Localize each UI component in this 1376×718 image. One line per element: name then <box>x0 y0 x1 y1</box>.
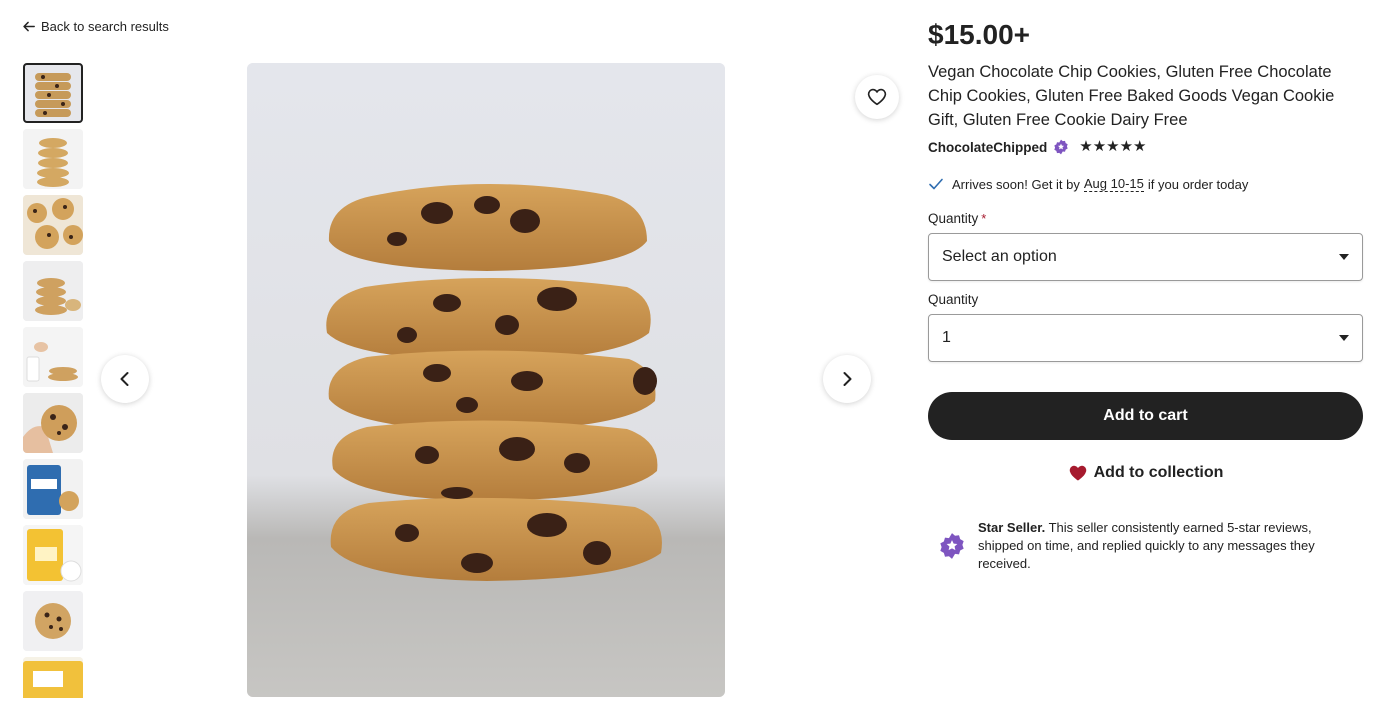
favorite-button[interactable] <box>855 75 899 119</box>
single-cookie-thumbnail <box>23 591 83 651</box>
cookie-stack-thumbnail <box>23 261 83 321</box>
package-thumbnail <box>23 657 83 698</box>
thumbnail-1[interactable] <box>23 63 83 123</box>
chevron-left-icon <box>120 372 129 386</box>
chevron-right-icon <box>843 372 852 386</box>
next-image-button[interactable] <box>823 355 871 403</box>
thumbnail-5[interactable] <box>23 327 83 387</box>
quantity-select[interactable]: 1 <box>928 314 1363 362</box>
delivery-suffix: if you order today <box>1147 176 1249 192</box>
rating-stars[interactable]: ★★★★★ <box>1079 139 1146 155</box>
add-to-cart-label: Add to cart <box>1103 407 1188 424</box>
add-to-collection-button[interactable]: Add to collection <box>928 462 1363 484</box>
delivery-estimate: Arrives soon! Get it by Aug 10-15 if you… <box>928 176 1363 192</box>
quantity-label-text: Quantity <box>928 292 979 307</box>
listing-details-panel: $15.00+ Vegan Chocolate Chip Cookies, Gl… <box>928 18 1363 573</box>
thumbnail-2[interactable] <box>23 129 83 189</box>
listing-title: Vegan Chocolate Chip Cookies, Gluten Fre… <box>928 63 1335 129</box>
star-seller-text: Star Seller. This seller consistently ea… <box>978 519 1358 573</box>
heart-filled-icon <box>1069 465 1086 481</box>
package-thumbnail <box>23 525 83 585</box>
quantity-select-value: 1 <box>942 329 951 346</box>
hand-cookie-thumbnail <box>23 393 83 453</box>
variation-select-value: Select an option <box>942 248 1057 265</box>
back-to-search-link[interactable]: Back to search results <box>22 19 169 34</box>
variation-select[interactable]: Select an option <box>928 233 1363 281</box>
thumbnail-strip <box>23 63 83 698</box>
shop-row: ChocolateChipped ★★★★★ <box>928 138 1363 156</box>
star-seller-badge-icon <box>1054 139 1068 155</box>
star-icons: ★★★★★ <box>1079 138 1147 155</box>
back-label: Back to search results <box>41 19 169 34</box>
hand-cookie-thumbnail <box>23 327 83 387</box>
listing-page: Back to search results $15.00+ Vegan Cho… <box>0 0 1376 718</box>
thumbnail-3[interactable] <box>23 195 83 255</box>
cookie-stack-thumbnail <box>23 129 83 189</box>
caret-down-icon <box>1339 335 1349 341</box>
star-seller-heading: Star Seller. <box>978 520 1046 535</box>
thumbnail-7[interactable] <box>23 459 83 519</box>
cookies-thumbnail <box>23 195 83 255</box>
thumbnail-9[interactable] <box>23 591 83 651</box>
required-mark: * <box>981 211 987 226</box>
quantity-label-2: Quantity <box>928 292 1363 307</box>
thumbnail-8[interactable] <box>23 525 83 585</box>
cookie-stack-photo <box>247 63 725 697</box>
add-to-collection-label: Add to collection <box>1093 464 1224 481</box>
quantity-label-1: Quantity * <box>928 211 1363 226</box>
heart-outline-icon <box>867 88 887 106</box>
cookie-stack-thumbnail <box>23 63 83 123</box>
delivery-prefix: Arrives soon! Get it by <box>952 176 1080 192</box>
thumbnail-10[interactable] <box>23 657 83 698</box>
thumbnail-6[interactable] <box>23 393 83 453</box>
arrow-left-icon <box>23 21 35 32</box>
add-to-cart-button[interactable]: Add to cart <box>928 392 1363 440</box>
shop-name-link[interactable]: ChocolateChipped <box>928 140 1047 155</box>
star-seller-notice: Star Seller. This seller consistently ea… <box>928 519 1363 573</box>
quantity-label-text: Quantity <box>928 211 979 226</box>
previous-image-button[interactable] <box>101 355 149 403</box>
thumbnail-4[interactable] <box>23 261 83 321</box>
checkmark-icon <box>929 178 943 190</box>
main-product-image[interactable] <box>247 63 725 697</box>
listing-price: $15.00+ <box>928 19 1030 50</box>
delivery-date-range[interactable]: Aug 10-15 <box>1083 176 1144 192</box>
caret-down-icon <box>1339 254 1349 260</box>
star-seller-badge-icon <box>940 533 964 559</box>
package-thumbnail <box>23 459 83 519</box>
